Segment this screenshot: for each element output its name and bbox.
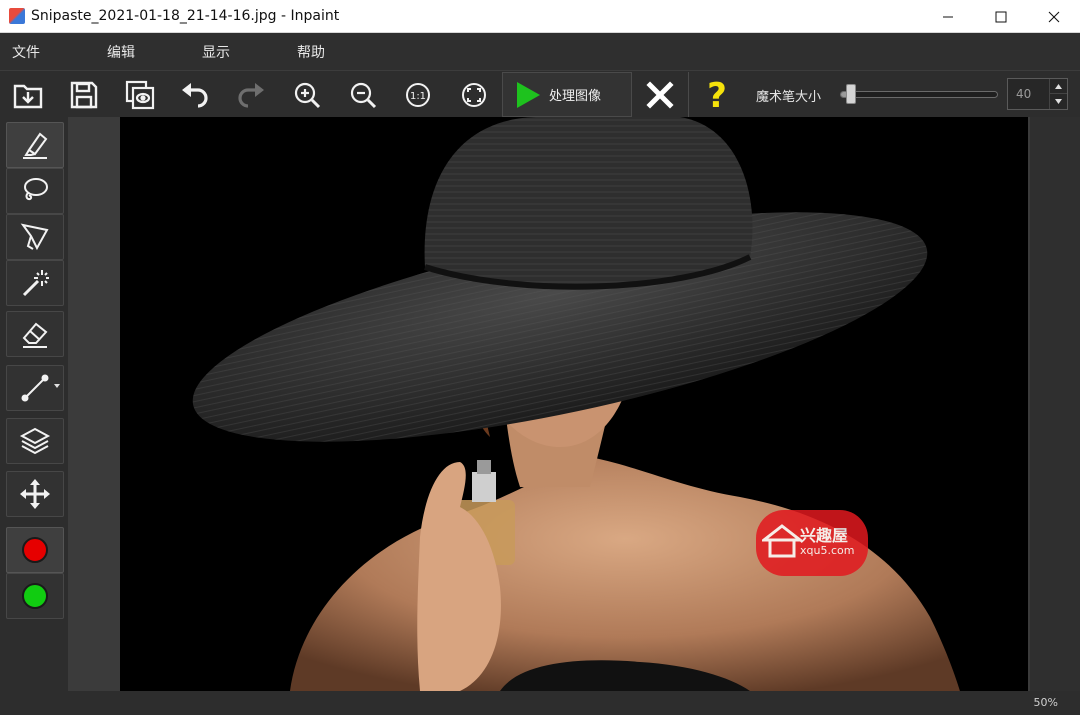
zoom-out-button[interactable]	[341, 74, 385, 116]
canvas-area[interactable]: 兴趣屋 xqu5.com	[68, 117, 1030, 691]
spin-down-button[interactable]	[1049, 94, 1067, 109]
save-icon	[70, 81, 98, 109]
green-color-swatch	[22, 583, 48, 609]
status-bar: 50%	[0, 691, 1080, 715]
preview-button[interactable]	[118, 74, 162, 116]
process-image-label: 处理图像	[549, 89, 602, 104]
menu-view[interactable]: 显示	[190, 42, 285, 62]
close-button[interactable]	[1027, 0, 1080, 33]
magic-wand-icon	[22, 270, 49, 297]
app-icon	[9, 8, 25, 24]
tool-palette	[0, 117, 68, 695]
watermark-badge: 兴趣屋 xqu5.com	[756, 510, 868, 576]
lasso-icon	[24, 178, 48, 201]
title-bar: Snipaste_2021-01-18_21-14-16.jpg - Inpai…	[0, 0, 1080, 33]
marker-icon	[23, 132, 48, 159]
brush-size-slider[interactable]	[836, 84, 1000, 104]
polygon-lasso-tool[interactable]	[6, 214, 64, 260]
brush-size-value: 40	[1016, 87, 1032, 101]
polygon-lasso-icon	[20, 223, 49, 251]
image-canvas[interactable]: 兴趣屋 xqu5.com	[120, 117, 1028, 691]
move-tool[interactable]	[6, 471, 64, 517]
marker-tool[interactable]	[6, 122, 64, 168]
zoom-in-icon	[294, 82, 321, 109]
svg-text:1:1: 1:1	[410, 91, 426, 102]
eraser-tool[interactable]	[6, 311, 64, 357]
red-color-swatch	[22, 537, 48, 563]
zoom-level: 50%	[1033, 696, 1058, 709]
toolbar: 1:1 处理图像 ? 魔术笔大小 40	[0, 70, 1080, 117]
caret-down-icon	[1055, 99, 1062, 104]
slider-thumb[interactable]	[845, 84, 856, 104]
maximize-icon	[995, 11, 1006, 22]
fit-screen-button[interactable]	[452, 74, 496, 116]
line-tool-dropdown-icon[interactable]	[54, 384, 60, 388]
open-folder-icon	[13, 84, 43, 109]
line-icon	[21, 374, 49, 402]
brush-size-label: 魔术笔大小	[756, 90, 822, 105]
foreground-color-swatch[interactable]	[6, 527, 64, 573]
toolbar-separator	[688, 72, 689, 117]
maximize-button[interactable]	[974, 0, 1027, 33]
eraser-icon	[22, 322, 48, 348]
slider-track	[840, 91, 998, 98]
zoom-in-button[interactable]	[285, 74, 329, 116]
layers-icon	[19, 427, 51, 455]
help-button[interactable]: ?	[695, 74, 739, 116]
lasso-tool[interactable]	[6, 168, 64, 214]
line-tool[interactable]	[6, 365, 64, 411]
watermark-url: xqu5.com	[800, 544, 855, 557]
menu-file[interactable]: 文件	[0, 42, 95, 62]
open-button[interactable]	[6, 74, 50, 116]
play-icon	[517, 81, 540, 108]
menu-edit[interactable]: 编辑	[95, 42, 190, 62]
fit-screen-icon	[462, 83, 486, 107]
cancel-button[interactable]	[638, 74, 682, 116]
undo-button[interactable]	[173, 74, 217, 116]
question-icon: ?	[707, 76, 727, 116]
close-icon	[1048, 11, 1059, 22]
menu-help[interactable]: 帮助	[285, 42, 380, 62]
x-icon	[646, 81, 674, 109]
window-title: Snipaste_2021-01-18_21-14-16.jpg - Inpai…	[31, 8, 340, 24]
menu-bar: 文件 编辑 显示 帮助	[0, 33, 1080, 70]
spin-up-button[interactable]	[1049, 79, 1067, 94]
background-color-swatch[interactable]	[6, 573, 64, 619]
caret-up-icon	[1055, 83, 1062, 89]
house-icon	[762, 524, 802, 558]
process-image-button[interactable]: 处理图像	[502, 72, 632, 117]
watermark-title: 兴趣屋	[800, 526, 849, 545]
undo-icon	[182, 83, 208, 108]
redo-icon	[238, 83, 264, 108]
svg-text:?: ?	[707, 76, 727, 116]
layers-tool[interactable]	[6, 418, 64, 464]
minimize-button[interactable]	[921, 0, 974, 33]
actual-size-icon: 1:1	[406, 83, 430, 107]
right-margin	[1030, 117, 1080, 691]
window-controls	[921, 0, 1080, 33]
move-icon	[20, 479, 50, 509]
brush-size-spinbox[interactable]: 40	[1007, 78, 1068, 110]
actual-size-button[interactable]: 1:1	[396, 74, 440, 116]
minimize-icon	[942, 16, 953, 17]
preview-icon	[125, 80, 155, 110]
save-button[interactable]	[62, 74, 106, 116]
magic-wand-tool[interactable]	[6, 260, 64, 306]
redo-button[interactable]	[229, 74, 273, 116]
photo	[120, 117, 1028, 691]
zoom-out-icon	[350, 82, 377, 109]
